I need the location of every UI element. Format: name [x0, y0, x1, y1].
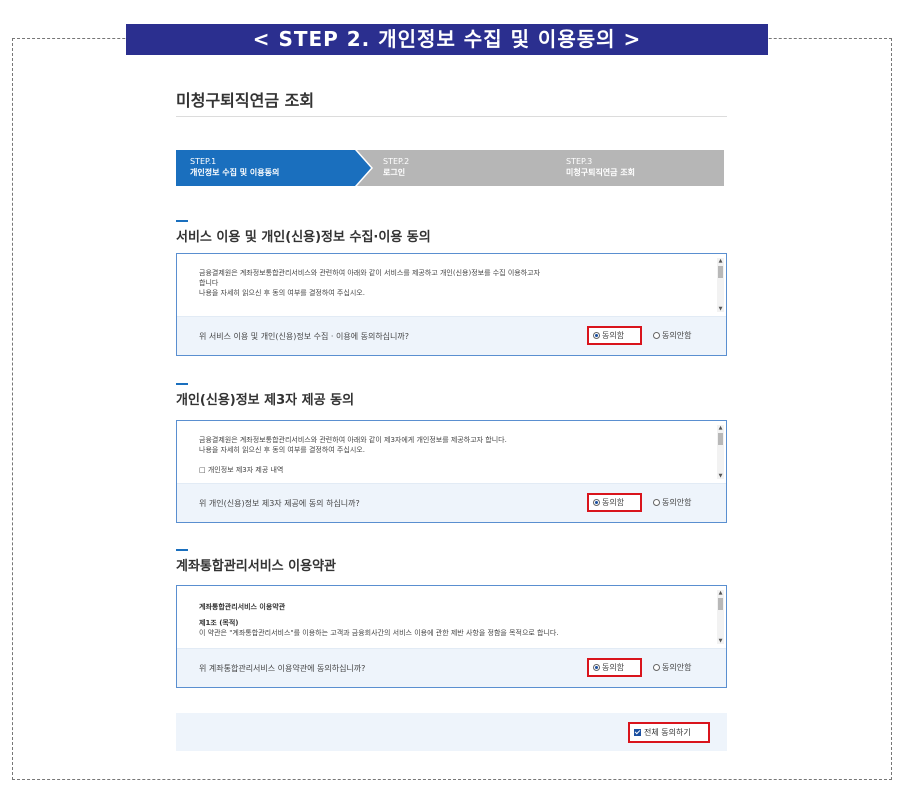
radio-selected-icon[interactable]	[593, 664, 600, 671]
step-3-label: 미청구퇴직연금 조회	[566, 168, 636, 177]
scrollbar[interactable]: ▲ ▼	[717, 590, 724, 644]
terms-scroll-area[interactable]: 금융결제원은 계좌정보통합관리서비스와 관련하여 아래와 같이 제3자에게 개인…	[177, 421, 726, 483]
section-accent	[176, 383, 188, 385]
section-accent	[176, 549, 188, 551]
agree-radio[interactable]: 동의함	[587, 658, 642, 677]
terms-line: 금융결제원은 계좌정보통합관리서비스와 관련하여 아래와 같이 서비스를 제공하…	[199, 269, 541, 277]
terms-line: 나용을 자세히 읽으신 후 동의 여부를 결정하여 주십시오.	[199, 446, 365, 454]
disagree-label: 동의안함	[662, 498, 692, 507]
step-banner: < STEP 2. 개인정보 수집 및 이용동의 >	[126, 24, 768, 55]
terms-line: 합니다	[199, 279, 219, 287]
agree-label: 동의함	[602, 331, 625, 340]
agree-label: 동의함	[602, 663, 625, 672]
title-divider	[176, 116, 727, 117]
terms-scroll-area[interactable]: 금융결제원은 계좌정보통합관리서비스와 관련하여 아래와 같이 서비스를 제공하…	[177, 254, 726, 316]
disagree-label: 동의안함	[662, 663, 692, 672]
terms-heading: 계좌통합관리서비스 이용약관	[199, 603, 286, 611]
step-2-number: STEP.2	[383, 157, 410, 166]
consent-box-terms: 계좌통합관리서비스 이용약관 제1조 (목적) 이 약관은 "계좌통합관리서비스…	[176, 585, 727, 688]
disagree-radio[interactable]: 동의안함	[653, 495, 691, 510]
section-title-text: 서비스 이용 및 개인(신용)정보 수집·이용 동의	[176, 230, 431, 245]
consent-question-row: 위 서비스 이용 및 개인(신용)정보 수집 · 이용에 동의하십니까? 동의함…	[177, 316, 726, 355]
radio-selected-icon[interactable]	[593, 332, 600, 339]
disagree-radio[interactable]: 동의안함	[653, 328, 691, 343]
radio-empty-icon[interactable]	[653, 332, 660, 339]
agree-radio[interactable]: 동의함	[587, 493, 642, 512]
scrollbar[interactable]: ▲ ▼	[717, 258, 724, 312]
scroll-thumb[interactable]	[718, 266, 723, 278]
scroll-down-icon[interactable]: ▼	[717, 306, 724, 312]
consent-box-third-party: 금융결제원은 계좌정보통합관리서비스와 관련하여 아래와 같이 제3자에게 개인…	[176, 420, 727, 523]
terms-scroll-area[interactable]: 계좌통합관리서비스 이용약관 제1조 (목적) 이 약관은 "계좌통합관리서비스…	[177, 586, 726, 648]
scroll-up-icon[interactable]: ▲	[717, 425, 724, 431]
section-title-service-consent: 서비스 이용 및 개인(신용)정보 수집·이용 동의	[176, 220, 431, 245]
scroll-up-icon[interactable]: ▲	[717, 590, 724, 596]
step-1-label: 개인정보 수집 및 이용동의	[190, 168, 280, 177]
agree-radio[interactable]: 동의함	[587, 326, 642, 345]
all-agree-label: 전체 동의하기	[644, 728, 691, 737]
step-progress: STEP.1 개인정보 수집 및 이용동의 STEP.2 로그인 STEP.3 …	[176, 150, 724, 186]
terms-article-title: 제1조 (목적)	[199, 619, 239, 627]
consent-question-row: 위 계좌통합관리서비스 이용약관에 동의하십니까? 동의함 동의안함	[177, 648, 726, 687]
section-title-text: 개인(신용)정보 제3자 제공 동의	[176, 393, 355, 408]
radio-empty-icon[interactable]	[653, 664, 660, 671]
scroll-down-icon[interactable]: ▼	[717, 638, 724, 644]
section-title-third-party: 개인(신용)정보 제3자 제공 동의	[176, 383, 355, 408]
radio-selected-icon[interactable]	[593, 499, 600, 506]
step-3-number: STEP.3	[566, 157, 593, 166]
scroll-up-icon[interactable]: ▲	[717, 258, 724, 264]
step-2: STEP.2 로그인	[357, 150, 557, 186]
consent-question-row: 위 개인(신용)정보 제3자 제공에 동의 하십니까? 동의함 동의안함	[177, 483, 726, 522]
step-2-label: 로그인	[383, 168, 406, 177]
terms-line: □ 개인정보 제3자 제공 내역	[199, 466, 284, 474]
section-accent	[176, 220, 188, 222]
all-agree-checkbox[interactable]: 전체 동의하기	[628, 722, 710, 743]
agree-label: 동의함	[602, 498, 625, 507]
scroll-thumb[interactable]	[718, 598, 723, 610]
consent-box-service: 금융결제원은 계좌정보통합관리서비스와 관련하여 아래와 같이 서비스를 제공하…	[176, 253, 727, 356]
terms-line	[199, 455, 702, 465]
section-title-terms: 계좌통합관리서비스 이용약관	[176, 549, 337, 574]
scroll-thumb[interactable]	[718, 433, 723, 445]
radio-empty-icon[interactable]	[653, 499, 660, 506]
terms-line: 금융결제원은 계좌정보통합관리서비스와 관련하여 아래와 같이 제3자에게 개인…	[199, 436, 507, 444]
page-title: 미청구퇴직연금 조회	[176, 91, 315, 110]
step-3: STEP.3 미청구퇴직연금 조회	[540, 150, 724, 186]
all-agree-bar: 전체 동의하기	[176, 713, 727, 751]
scrollbar[interactable]: ▲ ▼	[717, 425, 724, 479]
step-1-number: STEP.1	[190, 157, 217, 166]
terms-line: 나용을 자세히 읽으신 후 동의 여부를 결정하여 주십시오.	[199, 289, 365, 297]
section-title-text: 계좌통합관리서비스 이용약관	[176, 559, 337, 574]
terms-line: 이 약관은 "계좌통합관리서비스"를 이용하는 고객과 금융회사간의 서비스 이…	[199, 629, 559, 637]
disagree-label: 동의안함	[662, 331, 692, 340]
disagree-radio[interactable]: 동의안함	[653, 660, 691, 675]
step-1: STEP.1 개인정보 수집 및 이용동의	[176, 150, 371, 186]
scroll-down-icon[interactable]: ▼	[717, 473, 724, 479]
consent-question: 위 서비스 이용 및 개인(신용)정보 수집 · 이용에 동의하십니까?	[199, 332, 410, 341]
consent-question: 위 개인(신용)정보 제3자 제공에 동의 하십니까?	[199, 499, 360, 508]
consent-question: 위 계좌통합관리서비스 이용약관에 동의하십니까?	[199, 664, 366, 673]
checkbox-checked-icon[interactable]	[634, 729, 641, 736]
